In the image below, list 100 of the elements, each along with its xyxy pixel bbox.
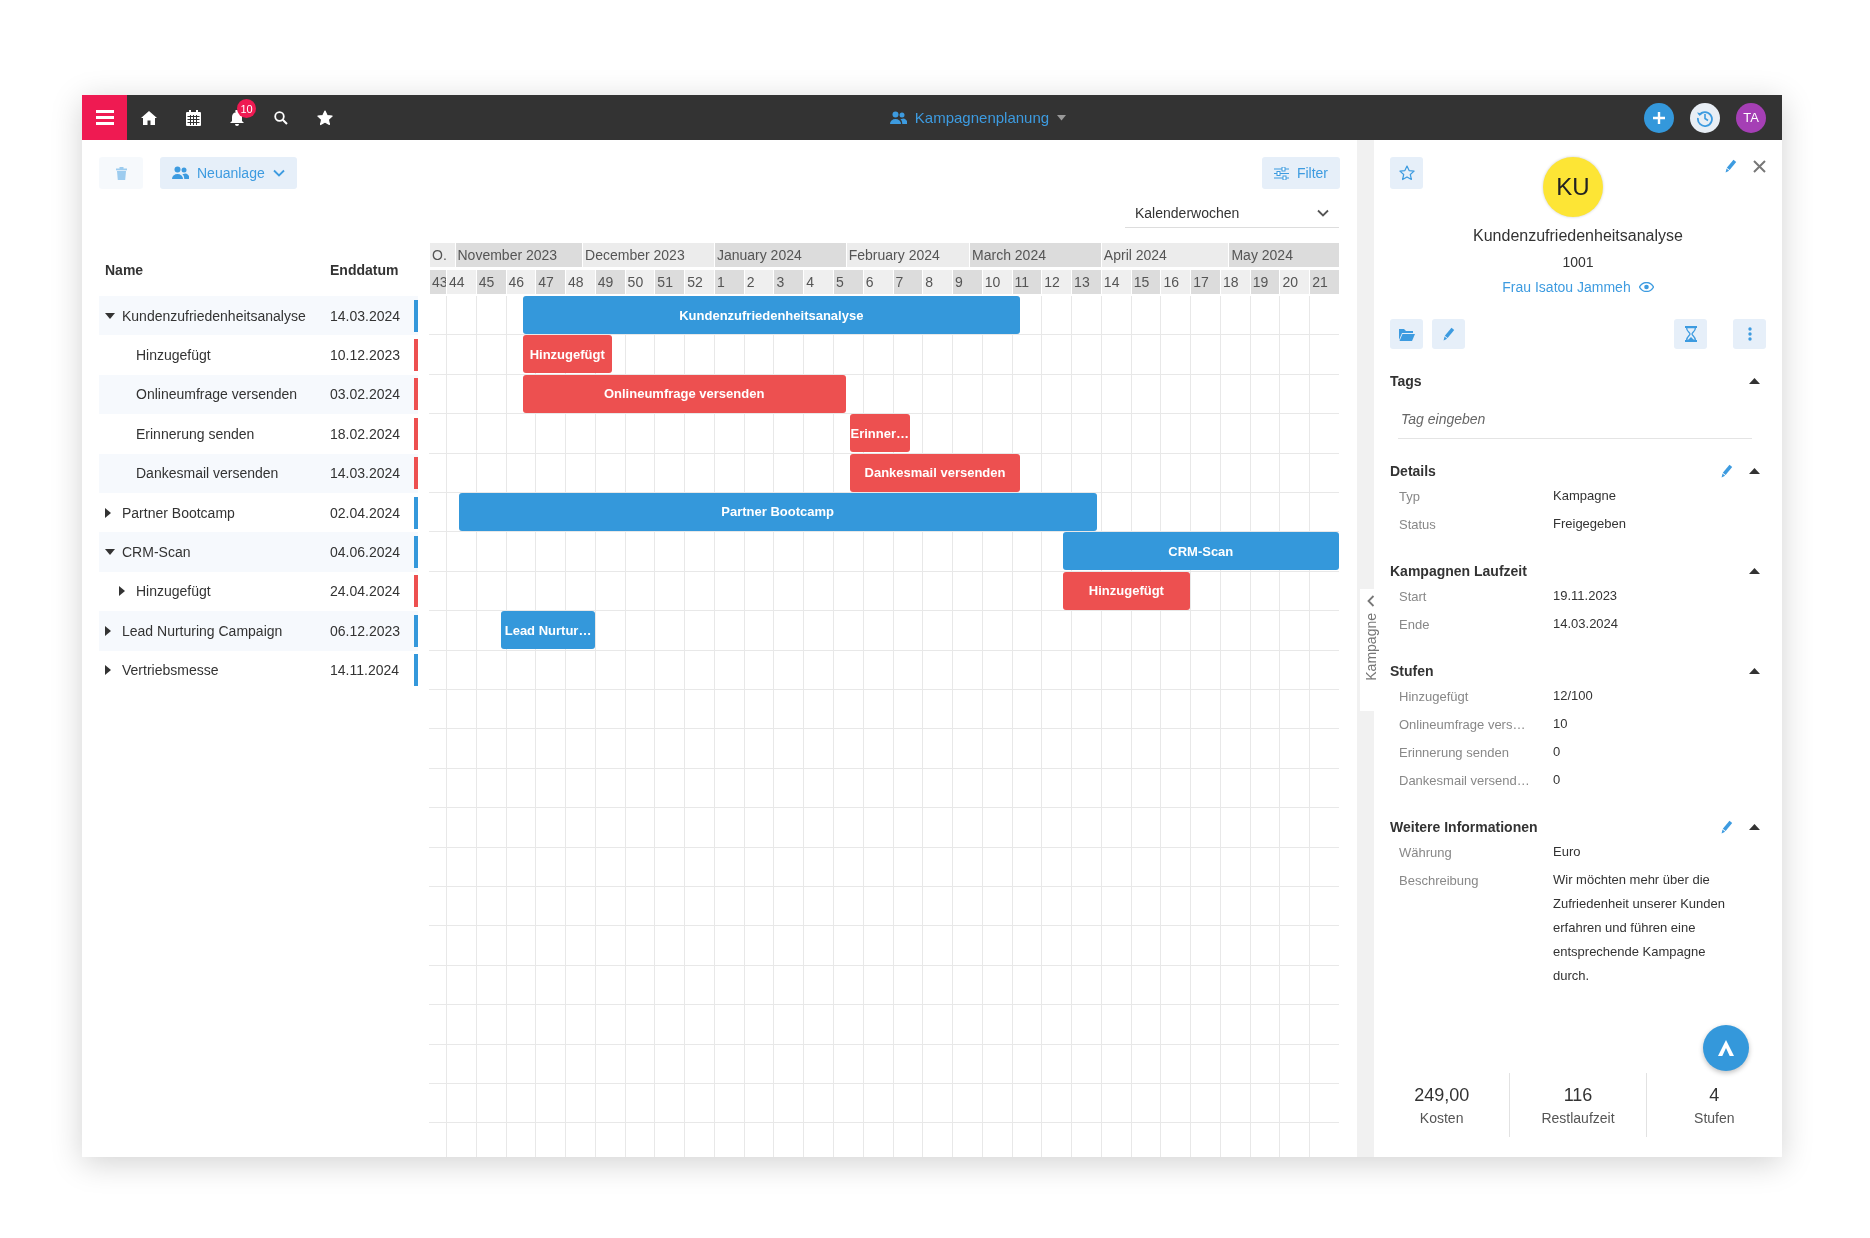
filter-button[interactable]: Filter (1261, 157, 1340, 189)
week-label: 11 (1011, 270, 1042, 294)
gantt-bar[interactable]: Dankesmail versenden (849, 453, 1021, 492)
stat-value: 249,00 (1414, 1084, 1470, 1107)
end-date: 03.02.2024 (330, 386, 402, 403)
tree-item-name[interactable]: CRM-Scan (122, 544, 191, 561)
close-icon[interactable] (1753, 159, 1766, 173)
week-label: 2 (743, 270, 774, 294)
pencil-icon[interactable] (1721, 820, 1733, 834)
end-date: 06.12.2023 (330, 622, 402, 639)
user-avatar[interactable]: TA (1736, 102, 1766, 133)
field-label: Typ (1399, 488, 1421, 506)
week-label: 21 (1309, 270, 1339, 294)
folder-button[interactable] (1390, 319, 1423, 349)
week-label: 45 (475, 270, 506, 294)
people-icon (172, 166, 189, 180)
gantt-bar[interactable]: Erinner… (849, 414, 910, 453)
eye-icon (1638, 282, 1654, 292)
section-title: Tags (1390, 373, 1423, 389)
week-label: 50 (624, 270, 655, 294)
record-avatar: KU (1543, 157, 1603, 217)
module-menu[interactable]: Kampagnenplanung (885, 105, 1071, 130)
add-button[interactable] (1644, 102, 1674, 133)
field-value: 0 (1553, 743, 1562, 761)
field-value: 19.11.2023 (1553, 587, 1619, 605)
gantt-bar[interactable]: Onlineumfrage versenden (522, 374, 846, 413)
caret-icon (1057, 114, 1067, 121)
end-date: 18.02.2024 (330, 425, 402, 442)
pencil-icon[interactable] (1725, 159, 1737, 173)
week-label: 4 (803, 270, 833, 294)
field-label: Status (1399, 516, 1437, 534)
search-icon[interactable] (274, 110, 288, 125)
caret-down-icon[interactable] (105, 312, 115, 319)
stat-label: Restlaufzeit (1541, 1109, 1615, 1128)
caret-right-icon[interactable] (105, 625, 111, 636)
week-label: 17 (1190, 270, 1220, 294)
week-label: 15 (1130, 270, 1161, 294)
pencil-icon (1442, 327, 1455, 341)
end-date: 14.11.2024 (330, 662, 401, 679)
week-label: 14 (1100, 270, 1131, 294)
gantt-bar[interactable]: Hinzugefügt (522, 335, 612, 374)
week-label: 51 (654, 270, 685, 294)
tree-item-name[interactable]: Vertriebsmesse (122, 662, 219, 679)
people-icon (889, 110, 907, 125)
field-value: 14.03.2024 (1553, 615, 1620, 633)
pencil-icon[interactable] (1721, 464, 1733, 478)
letter-a-icon (1717, 1039, 1735, 1057)
hourglass-icon (1684, 326, 1697, 342)
gantt-bar[interactable]: Lead Nurtur… (501, 611, 595, 650)
tree-item-name[interactable]: Dankesmail versenden (136, 465, 279, 482)
section-title: Details (1390, 463, 1437, 479)
caret-up-icon[interactable] (1749, 378, 1760, 384)
week-label: 8 (922, 270, 953, 294)
tree-item-name[interactable]: Onlineumfrage versenden (136, 386, 298, 403)
home-icon[interactable] (141, 110, 157, 125)
caret-up-icon[interactable] (1749, 668, 1760, 674)
tree-item-name[interactable]: Partner Bootcamp (122, 504, 235, 521)
calendar-icon[interactable] (185, 109, 201, 126)
edit-button[interactable] (1432, 319, 1465, 349)
tree-item-name[interactable]: Kundenzufriedenheitsanalyse (122, 307, 306, 324)
caret-right-icon[interactable] (105, 665, 111, 676)
gantt-bar[interactable]: CRM-Scan (1062, 532, 1339, 571)
new-button[interactable]: Neuanlage (160, 157, 297, 189)
tree-item-name[interactable]: Lead Nurturing Campaign (122, 622, 283, 639)
column-header: Name (104, 261, 145, 278)
caret-up-icon[interactable] (1749, 824, 1760, 830)
week-label: 19 (1249, 270, 1280, 294)
menu-button[interactable] (82, 95, 127, 140)
month-label: March 2024 (969, 243, 1101, 267)
folder-icon (1398, 327, 1415, 341)
caret-up-icon[interactable] (1749, 568, 1760, 574)
week-label: 7 (892, 270, 923, 294)
timer-button[interactable] (1674, 319, 1707, 349)
tree-item-name[interactable]: Hinzugefügt (136, 583, 211, 600)
month-label: November 2023 (454, 243, 583, 267)
history-button[interactable] (1690, 102, 1720, 133)
tree-item-name[interactable]: Erinnerung senden (136, 425, 255, 442)
field-label: Onlineumfrage vers… (1399, 716, 1527, 734)
field-label: Dankesmail versend… (1399, 772, 1531, 790)
tree-item-name[interactable]: Hinzugefügt (136, 347, 211, 364)
caret-down-icon[interactable] (105, 549, 115, 556)
gantt-bar[interactable]: Kundenzufriedenheitsanalyse (522, 296, 1021, 334)
week-label: 47 (535, 270, 566, 294)
trash-icon (115, 166, 127, 180)
caret-right-icon[interactable] (105, 507, 111, 518)
week-label: 1 (713, 270, 744, 294)
gantt-bar[interactable]: Partner Bootcamp (458, 492, 1097, 531)
end-date: 10.12.2023 (330, 347, 402, 364)
contact-link[interactable]: Frau Isatou Jammeh (1502, 275, 1631, 299)
gantt-bar[interactable]: Hinzugefügt (1062, 571, 1191, 610)
stat-label: Stufen (1694, 1109, 1735, 1128)
caret-up-icon[interactable] (1749, 468, 1760, 474)
field-label: Hinzugefügt (1399, 688, 1470, 706)
stat-value: 4 (1709, 1084, 1720, 1107)
field-value: 0 (1553, 771, 1562, 789)
caret-right-icon[interactable] (119, 586, 125, 597)
field-value: Wir möchten mehr über die Zufriedenheit unserer Kunden erfahren und führen eine entsprechende Kampagne durch. (1553, 871, 1726, 985)
side-tab[interactable]: Kampagne (1360, 589, 1382, 711)
star-icon[interactable] (317, 109, 333, 126)
assistant-button[interactable] (1703, 1025, 1749, 1071)
